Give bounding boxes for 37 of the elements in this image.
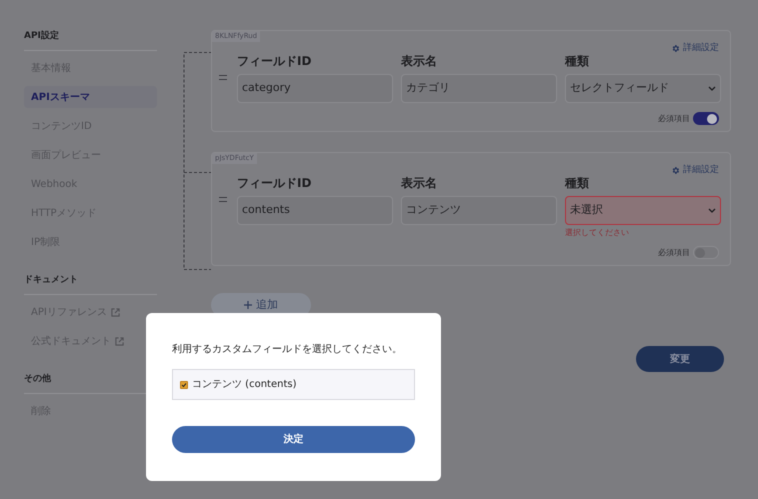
checkbox[interactable] bbox=[180, 380, 188, 388]
field-label: 表示名 bbox=[401, 175, 438, 191]
sidebar-section-title: API設定 bbox=[24, 30, 157, 51]
field-label: 種類 bbox=[565, 53, 590, 69]
toggle-switch[interactable] bbox=[693, 112, 719, 125]
toggle-label: 必須項目 bbox=[658, 246, 690, 258]
settings-link[interactable]: 詳細設定 bbox=[671, 165, 719, 176]
chevron-down-icon bbox=[708, 86, 716, 91]
input-field[interactable]: category bbox=[237, 74, 393, 103]
check-icon bbox=[181, 382, 187, 388]
sidebar-item[interactable]: APIスキーマ bbox=[24, 86, 157, 108]
drag-handle-icon bbox=[219, 197, 227, 202]
field-label: フィールドID bbox=[237, 175, 312, 191]
toggle-label: 必須項目 bbox=[658, 112, 690, 124]
confirm-button[interactable]: 決定 bbox=[172, 426, 415, 453]
toggle-switch[interactable] bbox=[693, 246, 719, 259]
gear-icon bbox=[671, 44, 680, 53]
input-field[interactable]: コンテンツ bbox=[401, 196, 557, 225]
plus-icon bbox=[244, 301, 252, 309]
gear-icon bbox=[671, 166, 680, 175]
settings-link[interactable]: 詳細設定 bbox=[671, 43, 719, 54]
input-field[interactable]: カテゴリ bbox=[401, 74, 557, 103]
select-field[interactable]: 未選択 bbox=[565, 196, 721, 225]
field-label: 表示名 bbox=[401, 53, 438, 69]
field-label: 種類 bbox=[565, 175, 590, 191]
error-message: 選択してください bbox=[565, 228, 630, 238]
chevron-down-icon bbox=[708, 208, 716, 213]
sidebar-section-title: ドキュメント bbox=[24, 274, 157, 295]
field-label: フィールドID bbox=[237, 53, 312, 69]
external-link-icon bbox=[115, 336, 124, 346]
select-field[interactable]: セレクトフィールド bbox=[565, 74, 721, 103]
change-button[interactable]: 変更 bbox=[636, 346, 724, 372]
modal-message: 利用するカスタムフィールドを選択してください。 bbox=[172, 343, 403, 357]
checkbox-option[interactable]: コンテンツ (contents) bbox=[172, 369, 415, 400]
drag-handle-icon bbox=[219, 75, 227, 80]
input-field[interactable]: contents bbox=[237, 196, 393, 225]
external-link-icon bbox=[110, 308, 120, 316]
